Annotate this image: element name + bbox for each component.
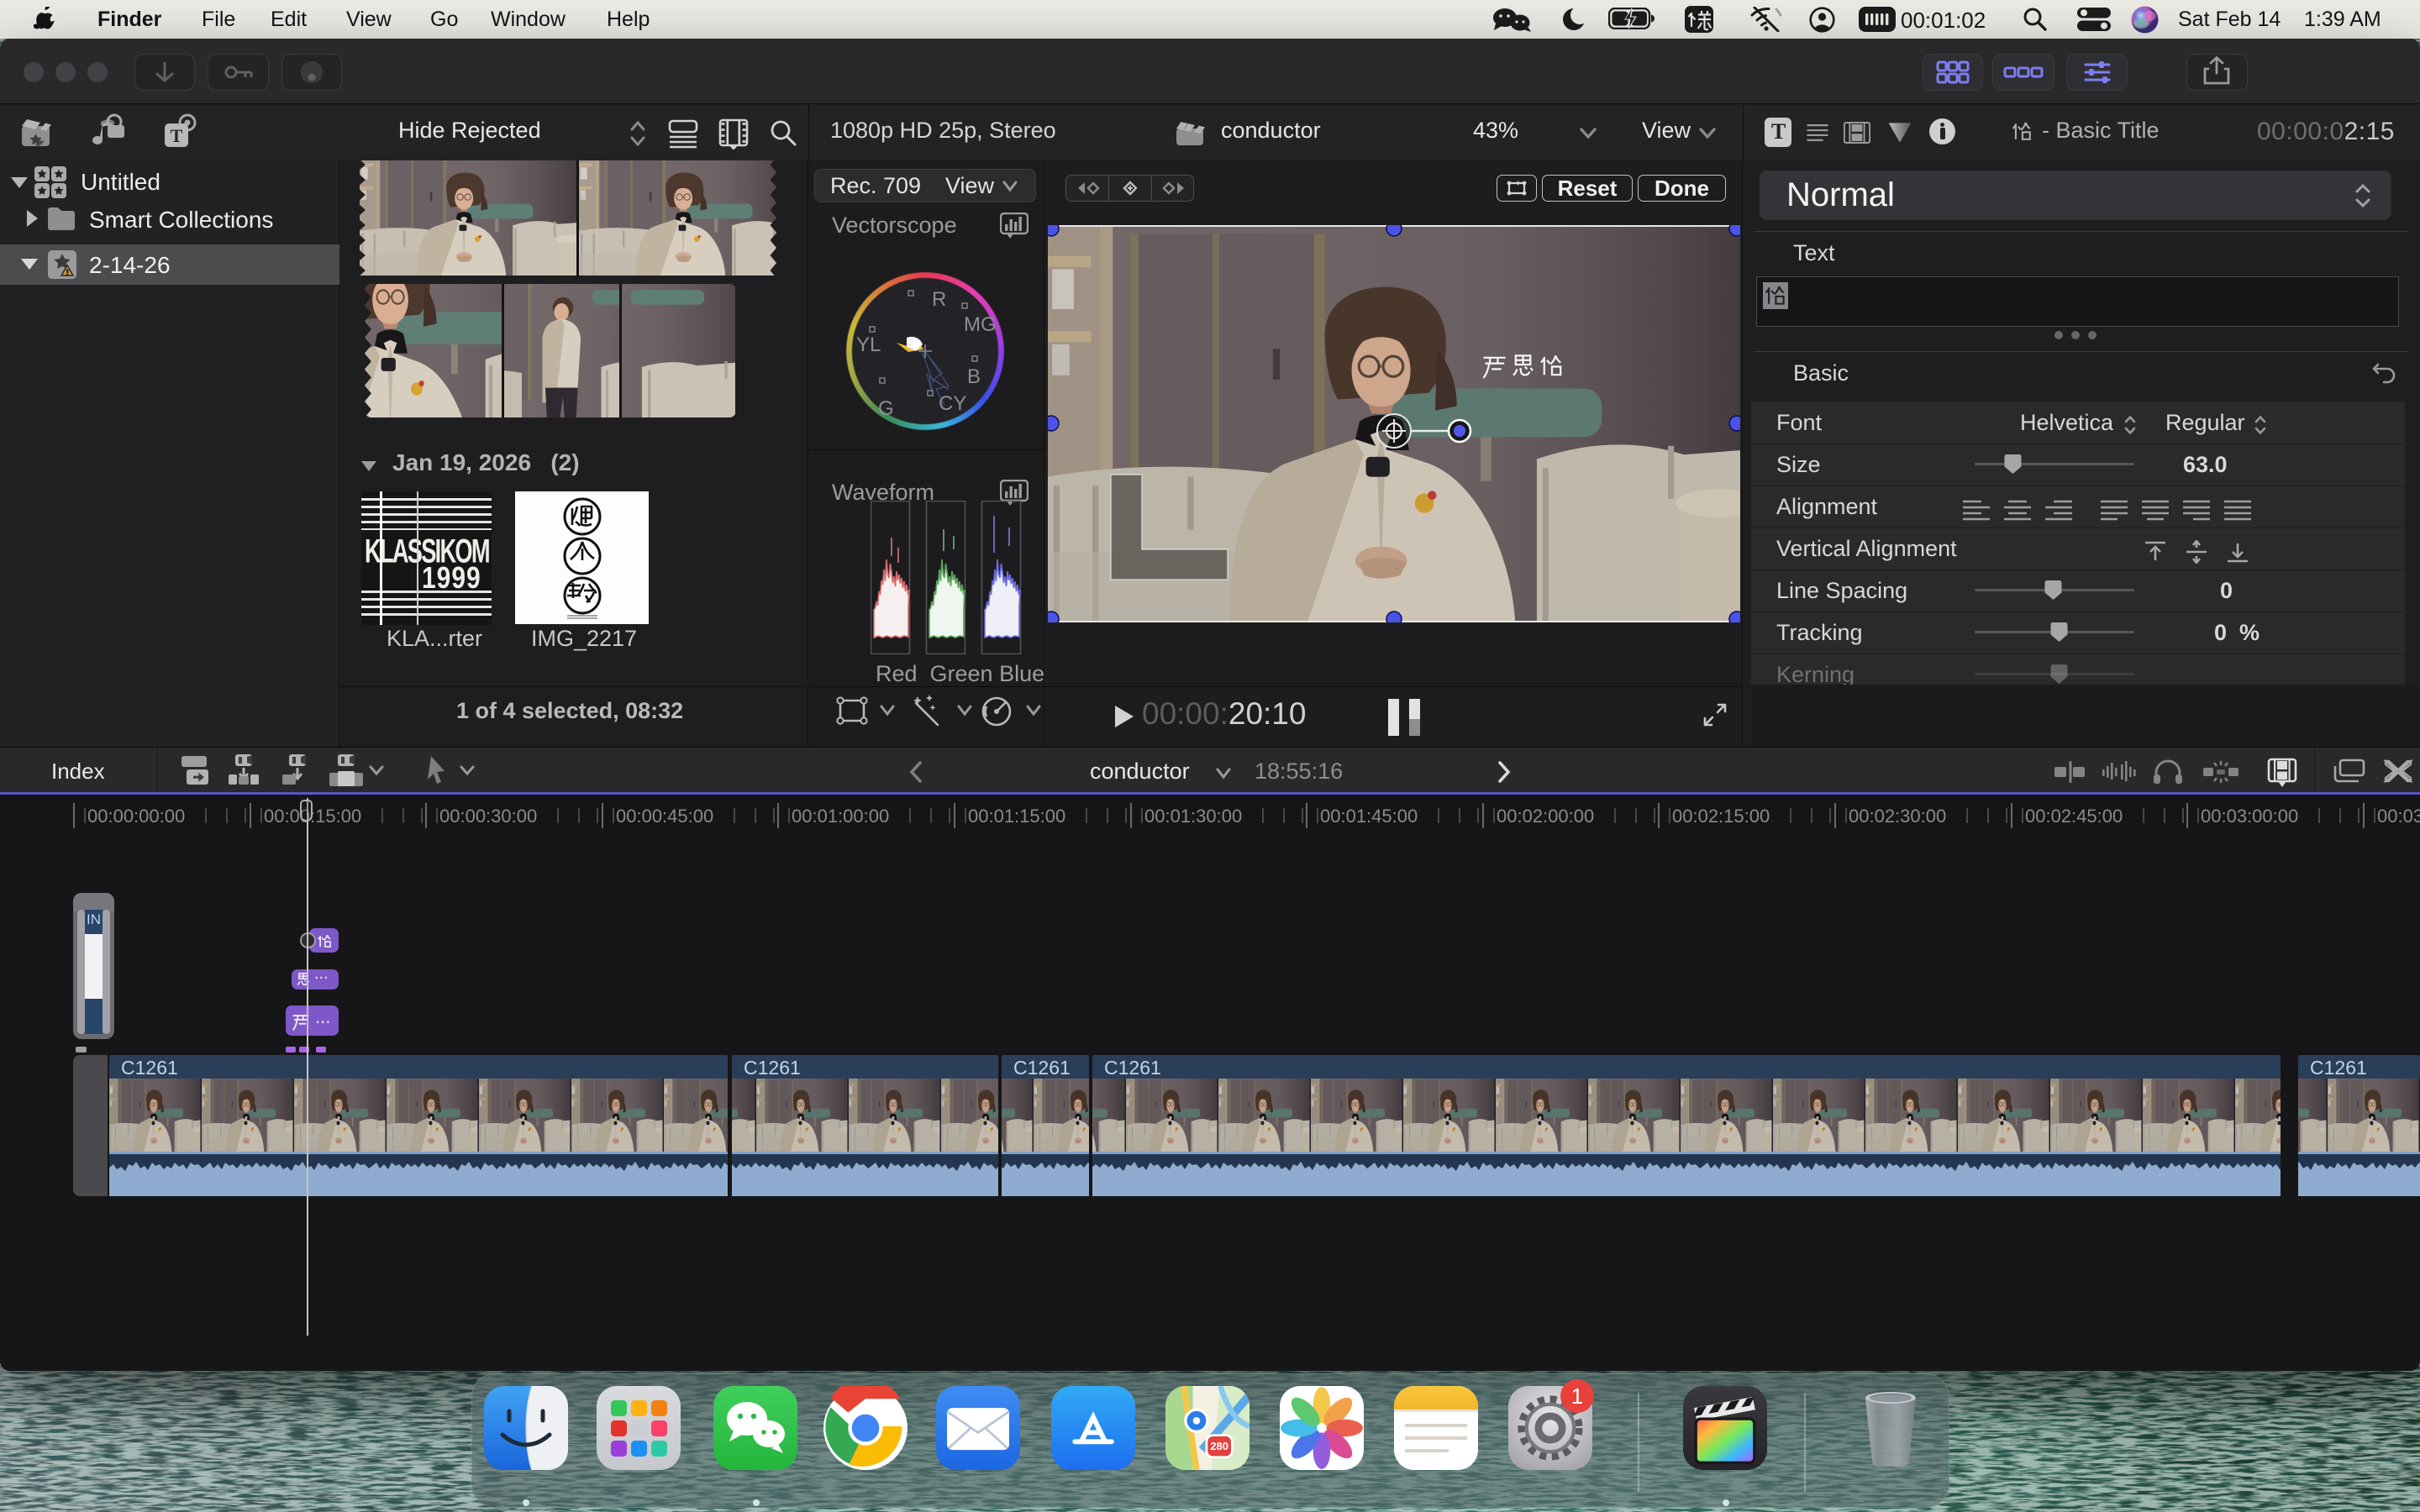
svg-text:CY: CY — [939, 392, 966, 415]
svg-text:280: 280 — [1210, 1440, 1228, 1452]
svg-text:MG: MG — [964, 313, 997, 336]
svg-text:C1261: C1261 — [2310, 1057, 2367, 1079]
svg-text:C1261: C1261 — [1104, 1057, 1161, 1079]
svg-text:C1261: C1261 — [1013, 1057, 1071, 1079]
svg-text:C1261: C1261 — [121, 1057, 178, 1079]
svg-text:R: R — [932, 288, 946, 311]
svg-text:YL: YL — [856, 333, 881, 356]
svg-text:T: T — [171, 125, 183, 146]
svg-text:C1261: C1261 — [744, 1057, 801, 1079]
svg-text:B: B — [967, 365, 981, 388]
svg-text:G: G — [878, 397, 894, 420]
